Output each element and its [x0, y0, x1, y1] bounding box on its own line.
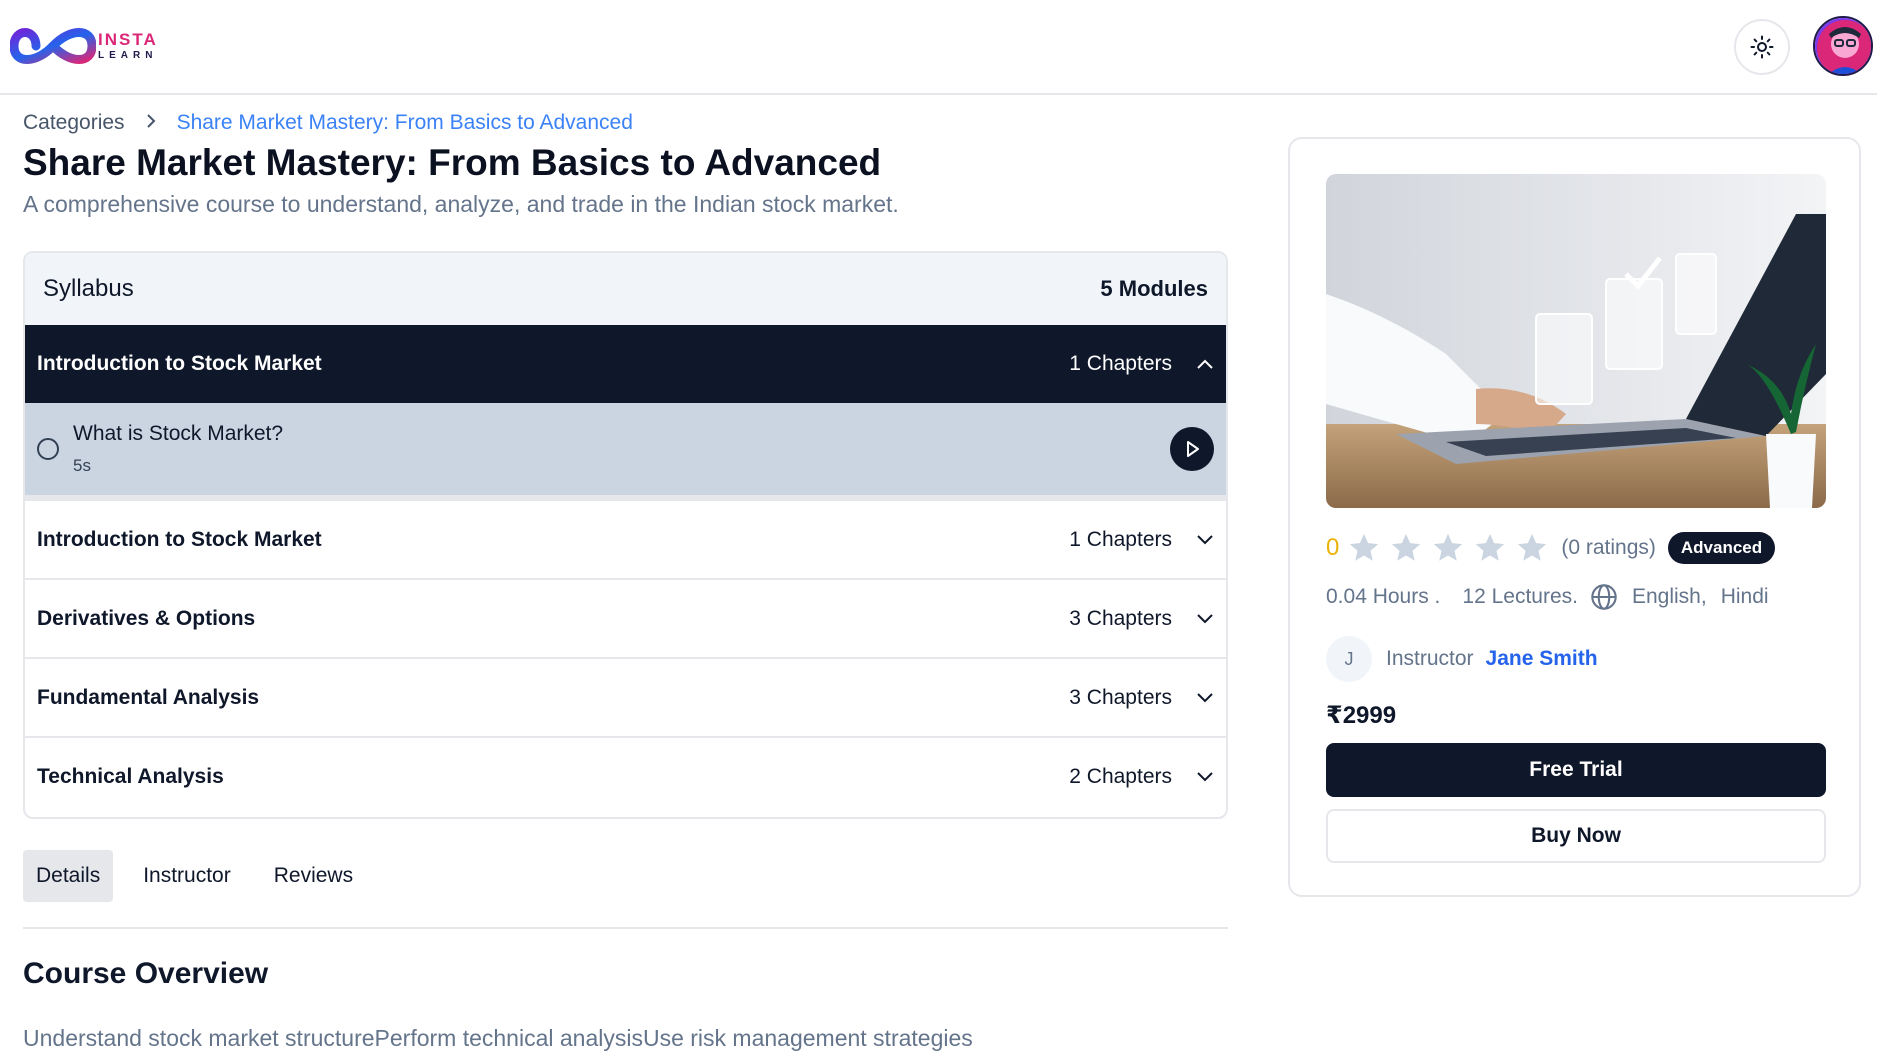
module-title: Fundamental Analysis	[37, 685, 260, 709]
theme-toggle-button[interactable]	[1734, 19, 1790, 75]
breadcrumb-current[interactable]: Share Market Mastery: From Basics to Adv…	[177, 111, 633, 135]
tab-reviews[interactable]: Reviews	[261, 850, 366, 902]
brand-line2: LEARN	[98, 50, 158, 61]
ratings-count: (0 ratings)	[1561, 536, 1656, 559]
chevron-down-icon[interactable]	[1196, 692, 1214, 704]
chevron-right-icon	[145, 112, 157, 135]
tab-instructor[interactable]: Instructor	[130, 850, 244, 902]
course-lectures: 12 Lectures.	[1462, 585, 1578, 608]
avatar-image-icon	[1815, 18, 1871, 74]
module-row-2[interactable]: Introduction to Stock Market 1 Chapters	[25, 499, 1226, 578]
level-badge: Advanced	[1667, 532, 1776, 564]
rating-value: 0	[1326, 534, 1340, 561]
module-row-5[interactable]: Technical Analysis 2 Chapters	[25, 736, 1226, 815]
insta-learn-logo[interactable]: INSTA LEARN	[10, 18, 158, 74]
sun-icon	[1750, 35, 1774, 59]
free-trial-button[interactable]: Free Trial	[1326, 743, 1826, 797]
syllabus-label: Syllabus	[43, 275, 134, 302]
course-meta-row: 0.04 Hours . 12 Lectures. English, Hindi	[1326, 583, 1783, 611]
instructor-row: J Instructor Jane Smith	[1326, 636, 1598, 682]
language-hindi: Hindi	[1720, 585, 1769, 608]
overview-title: Course Overview	[23, 957, 269, 990]
language-english: English,	[1631, 585, 1707, 608]
module-title: Introduction to Stock Market	[37, 527, 322, 551]
syllabus-header: Syllabus 5 Modules	[25, 253, 1226, 325]
star-empty-icon	[1476, 533, 1505, 561]
page-title: Share Market Mastery: From Basics to Adv…	[23, 142, 882, 183]
star-empty-icon	[1392, 533, 1421, 561]
instructor-label: Instructor	[1386, 647, 1474, 670]
instructor-avatar: J	[1326, 636, 1372, 682]
brand-line1: INSTA	[98, 30, 158, 49]
course-tabs: Details Instructor Reviews	[23, 850, 383, 902]
buy-now-button[interactable]: Buy Now	[1326, 809, 1826, 863]
course-purchase-card: 0 (0 ratings) Advanced 0.04 Hours . 12 L…	[1288, 137, 1861, 897]
overview-text: Understand stock market structurePerform…	[23, 1025, 973, 1051]
module-title: Introduction to Stock Market	[37, 352, 322, 375]
chevron-up-icon[interactable]	[1196, 358, 1214, 370]
chevron-down-icon[interactable]	[1196, 534, 1214, 546]
star-empty-icon	[1518, 533, 1547, 561]
user-avatar[interactable]	[1813, 16, 1873, 76]
chapter-title: What is Stock Market?	[73, 422, 284, 445]
star-empty-icon	[1434, 533, 1463, 561]
course-hours: 0.04 Hours .	[1326, 585, 1441, 608]
chevron-down-icon[interactable]	[1196, 613, 1214, 625]
chapter-row[interactable]: What is Stock Market? 5s	[25, 403, 1226, 499]
chevron-down-icon[interactable]	[1196, 771, 1214, 783]
play-icon	[1187, 441, 1199, 457]
module-row-4[interactable]: Fundamental Analysis 3 Chapters	[25, 657, 1226, 736]
syllabus-panel: Syllabus 5 Modules Introduction to Stock…	[23, 251, 1228, 819]
tabs-divider	[23, 927, 1228, 929]
tab-details[interactable]: Details	[23, 850, 114, 902]
module-chapter-count: 3 Chapters	[1069, 685, 1172, 709]
syllabus-module-count: 5 Modules	[1100, 276, 1208, 301]
instructor-name-link[interactable]: Jane Smith	[1486, 647, 1598, 671]
top-header: INSTA LEARN	[0, 0, 1877, 95]
module-row-1[interactable]: Introduction to Stock Market 1 Chapters	[25, 325, 1226, 403]
rating-row: 0 (0 ratings) Advanced	[1326, 531, 1776, 565]
module-chapter-count: 3 Chapters	[1069, 606, 1172, 630]
star-empty-icon	[1350, 533, 1379, 561]
page-subtitle: A comprehensive course to understand, an…	[23, 191, 899, 217]
module-chapter-count: 2 Chapters	[1069, 764, 1172, 788]
infinity-logo-icon	[10, 28, 96, 64]
globe-icon	[1591, 584, 1617, 610]
laptop-checklist-image-icon	[1326, 174, 1826, 508]
breadcrumb: Categories Share Market Mastery: From Ba…	[23, 111, 633, 135]
module-title: Derivatives & Options	[37, 606, 256, 630]
module-chapter-count: 1 Chapters	[1069, 352, 1172, 375]
breadcrumb-categories[interactable]: Categories	[23, 111, 125, 135]
module-title: Technical Analysis	[37, 764, 224, 788]
course-price: ₹2999	[1326, 702, 1397, 729]
module-chapter-count: 1 Chapters	[1069, 527, 1172, 551]
chapter-duration: 5s	[73, 456, 91, 475]
chapter-status-radio[interactable]	[37, 438, 59, 460]
module-row-3[interactable]: Derivatives & Options 3 Chapters	[25, 578, 1226, 657]
play-button[interactable]	[1170, 427, 1214, 471]
course-thumbnail	[1326, 174, 1826, 508]
